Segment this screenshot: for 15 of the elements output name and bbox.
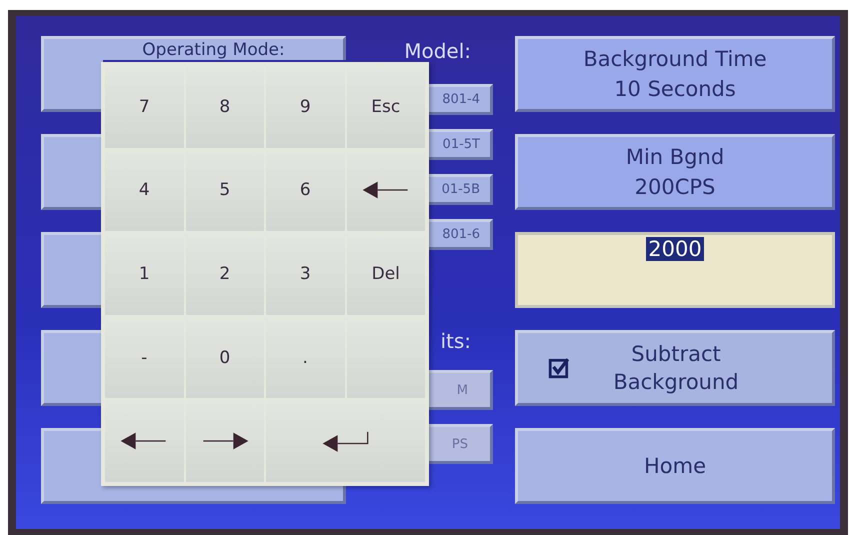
operating-mode-button[interactable]: Operating Mode: [41,36,346,60]
button-title: Min Bgnd [626,145,724,169]
field-value: 2000 [646,237,704,261]
min-background-button[interactable]: Min Bgnd 200CPS [515,134,835,210]
background-time-button[interactable]: Background Time 10 Seconds [515,36,835,112]
model-label: Model: [403,38,472,65]
home-button[interactable]: Home [515,428,835,504]
button-label: Subtract Background [612,340,740,396]
button-title: Background Time [583,47,767,71]
units-label: its: [439,328,472,355]
button-value: 200CPS [634,175,716,199]
button-background [41,60,103,112]
input-field[interactable]: 2000 [515,232,835,308]
subtract-background-button[interactable]: Subtract Background [515,330,835,406]
button-value: 10 Seconds [614,77,736,101]
